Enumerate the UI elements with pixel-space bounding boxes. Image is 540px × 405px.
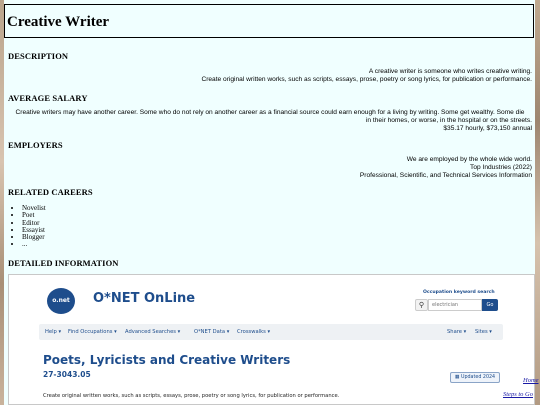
onet-navbar: Help ▾ Find Occupations ▾ Advanced Searc… xyxy=(39,324,503,340)
nav-sites[interactable]: Sites ▾ xyxy=(475,324,492,340)
salary-line-2: in their homes, or worse, in the hospita… xyxy=(365,117,532,124)
nav-share[interactable]: Share ▾ xyxy=(447,324,466,340)
list-item: ... xyxy=(22,241,46,249)
keyword-search-label: Occupation keyword search xyxy=(423,290,495,295)
description-line-1: A creative writer is someone who writes … xyxy=(368,68,532,75)
onet-embed-frame[interactable]: o.net O*NET OnLine Occupation keyword se… xyxy=(8,274,535,405)
occupation-title: Poets, Lyricists and Creative Writers xyxy=(43,353,291,367)
employers-heading: EMPLOYERS xyxy=(8,140,63,150)
employers-line-2: Top Industries (2022) xyxy=(470,164,532,171)
description-heading: DESCRIPTION xyxy=(8,51,69,61)
salary-line-1: Creative writers may have another career… xyxy=(15,109,525,116)
search-icon[interactable]: ⚲ xyxy=(415,299,428,311)
related-careers-list: Novelist Poet Editor Essayist Blogger ..… xyxy=(18,204,46,249)
employers-line-3: Professional, Scientific, and Technical … xyxy=(359,172,532,179)
description-line-2: Create original written works, such as s… xyxy=(201,76,532,83)
search-input[interactable] xyxy=(428,299,482,311)
nav-crosswalks[interactable]: Crosswalks ▾ xyxy=(237,324,270,340)
salary-heading: AVERAGE SALARY xyxy=(8,93,88,103)
onet-logo-text[interactable]: O*NET OnLine xyxy=(93,291,195,306)
home-link[interactable]: Home xyxy=(523,377,539,384)
page-title-box: Creative Writer xyxy=(4,4,534,38)
page-title: Creative Writer xyxy=(7,14,110,30)
right-border-decoration xyxy=(535,0,540,405)
salary-line-3: $35.17 hourly, $73,150 annual xyxy=(443,125,532,132)
steps-to-go-link[interactable]: Steps to Go xyxy=(503,391,533,398)
nav-find-occupations[interactable]: Find Occupations ▾ xyxy=(68,324,117,340)
employers-line-1: We are employed by the whole wide world. xyxy=(406,156,532,163)
nav-help[interactable]: Help ▾ xyxy=(45,324,61,340)
left-border-decoration xyxy=(0,0,4,405)
updated-label: Updated 2024 xyxy=(460,375,496,380)
detailed-info-heading: DETAILED INFORMATION xyxy=(8,258,119,268)
go-button[interactable]: Go xyxy=(482,299,498,311)
occupation-code: 27-3043.05 xyxy=(43,370,91,379)
nav-onet-data[interactable]: O*NET Data ▾ xyxy=(194,324,229,340)
related-careers-heading: RELATED CAREERS xyxy=(8,187,93,197)
updated-badge: ▦ Updated 2024 xyxy=(450,372,500,383)
nav-advanced-searches[interactable]: Advanced Searches ▾ xyxy=(125,324,180,340)
occupation-description: Create original written works, such as s… xyxy=(43,393,340,399)
onet-logo-badge[interactable]: o.net xyxy=(47,288,75,314)
